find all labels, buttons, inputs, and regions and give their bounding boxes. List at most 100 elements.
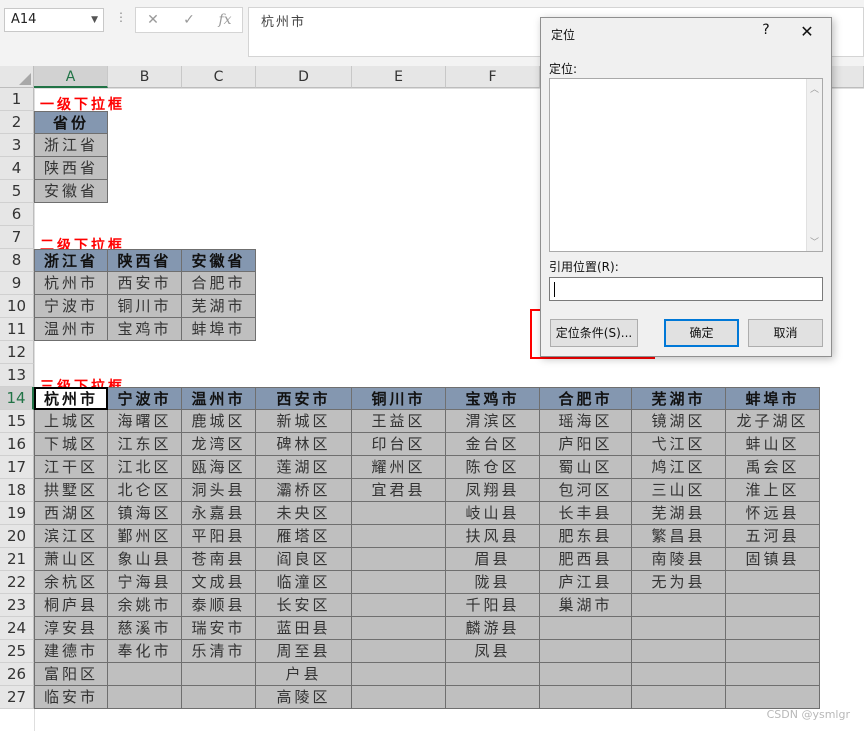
table-cell[interactable]: 王益区 xyxy=(352,410,446,433)
goto-list[interactable]: ︿ ﹀ xyxy=(549,78,823,252)
table-cell[interactable] xyxy=(726,663,820,686)
insert-function-icon[interactable]: fx xyxy=(210,10,240,30)
table-cell[interactable] xyxy=(352,617,446,640)
table-cell[interactable] xyxy=(632,663,726,686)
table-cell[interactable] xyxy=(352,571,446,594)
table-cell[interactable]: 西湖区 xyxy=(34,502,108,525)
column-header-e[interactable]: E xyxy=(352,66,446,88)
table-cell[interactable]: 永嘉县 xyxy=(182,502,256,525)
table-cell[interactable] xyxy=(726,571,820,594)
column-header-b[interactable]: B xyxy=(108,66,182,88)
row-header-26[interactable]: 26 xyxy=(0,663,34,686)
row-header-16[interactable]: 16 xyxy=(0,433,34,456)
row-header-6[interactable]: 6 xyxy=(0,203,34,226)
table-cell[interactable]: 龙湾区 xyxy=(182,433,256,456)
row-header-19[interactable]: 19 xyxy=(0,502,34,525)
table-cell[interactable] xyxy=(352,502,446,525)
table-cell[interactable]: 芜湖市 xyxy=(182,295,256,318)
table-cell[interactable]: 包河区 xyxy=(540,479,632,502)
table-cell[interactable]: 弋江区 xyxy=(632,433,726,456)
row-header-18[interactable]: 18 xyxy=(0,479,34,502)
row-header-11[interactable]: 11 xyxy=(0,318,34,341)
table-cell[interactable]: 淮上区 xyxy=(726,479,820,502)
table-cell[interactable]: 无为县 xyxy=(632,571,726,594)
help-icon[interactable]: ? xyxy=(754,22,778,38)
table-cell[interactable]: 洞头县 xyxy=(182,479,256,502)
table-cell[interactable]: 江北区 xyxy=(108,456,182,479)
table-cell[interactable]: 临安市 xyxy=(34,686,108,709)
table-cell[interactable] xyxy=(726,686,820,709)
table-cell[interactable]: 肥西县 xyxy=(540,548,632,571)
chevron-up-icon[interactable]: ︿ xyxy=(807,82,822,95)
table-cell[interactable] xyxy=(108,663,182,686)
table-cell[interactable]: 宁波市 xyxy=(34,295,108,318)
table-cell[interactable]: 新城区 xyxy=(256,410,352,433)
table-cell[interactable]: 建德市 xyxy=(34,640,108,663)
table-cell[interactable]: 芜湖县 xyxy=(632,502,726,525)
row-header-3[interactable]: 3 xyxy=(0,134,34,157)
table-cell[interactable]: 鸠江区 xyxy=(632,456,726,479)
row-header-9[interactable]: 9 xyxy=(0,272,34,295)
table-cell[interactable]: 临潼区 xyxy=(256,571,352,594)
cancel-button[interactable]: 取消 xyxy=(748,319,823,347)
table-cell[interactable]: 镜湖区 xyxy=(632,410,726,433)
table-cell[interactable]: 金台区 xyxy=(446,433,540,456)
table-header-cell[interactable]: 安徽省 xyxy=(182,249,256,272)
table-header-cell[interactable]: 陕西省 xyxy=(108,249,182,272)
table-cell[interactable]: 千阳县 xyxy=(446,594,540,617)
table-cell[interactable]: 拱墅区 xyxy=(34,479,108,502)
table-cell[interactable]: 瓯海区 xyxy=(182,456,256,479)
table-cell[interactable]: 宁海县 xyxy=(108,571,182,594)
table-cell[interactable]: 蚌山区 xyxy=(726,433,820,456)
table-cell[interactable]: 泰顺县 xyxy=(182,594,256,617)
table-cell[interactable] xyxy=(352,663,446,686)
column-header-d[interactable]: D xyxy=(256,66,352,88)
row-header-4[interactable]: 4 xyxy=(0,157,34,180)
table-cell[interactable]: 繁昌县 xyxy=(632,525,726,548)
table-cell[interactable]: 未央区 xyxy=(256,502,352,525)
table-cell[interactable]: 陕西省 xyxy=(34,157,108,180)
table-cell[interactable]: 碑林区 xyxy=(256,433,352,456)
table-cell[interactable]: 富阳区 xyxy=(34,663,108,686)
column-header-f[interactable]: F xyxy=(446,66,540,88)
table-cell[interactable]: 文成县 xyxy=(182,571,256,594)
table-cell[interactable] xyxy=(726,617,820,640)
table-cell[interactable]: 户县 xyxy=(256,663,352,686)
table-cell[interactable] xyxy=(446,686,540,709)
enter-icon[interactable]: ✓ xyxy=(174,10,204,30)
table-cell[interactable] xyxy=(540,617,632,640)
table-cell[interactable] xyxy=(632,640,726,663)
table-cell[interactable]: 雁塔区 xyxy=(256,525,352,548)
row-header-15[interactable]: 15 xyxy=(0,410,34,433)
table-cell[interactable]: 宜君县 xyxy=(352,479,446,502)
row-header-7[interactable]: 7 xyxy=(0,226,34,249)
table-cell[interactable]: 慈溪市 xyxy=(108,617,182,640)
table-cell[interactable]: 五河县 xyxy=(726,525,820,548)
row-header-1[interactable]: 1 xyxy=(0,88,34,111)
table-cell[interactable]: 宝鸡市 xyxy=(108,318,182,341)
row-header-14[interactable]: 14 xyxy=(0,387,34,410)
table-cell[interactable]: 固镇县 xyxy=(726,548,820,571)
chevron-down-icon[interactable]: ▼ xyxy=(91,9,98,31)
table-cell[interactable]: 蜀山区 xyxy=(540,456,632,479)
table-cell[interactable]: 庐阳区 xyxy=(540,433,632,456)
table-header-cell[interactable]: 省份 xyxy=(34,111,108,134)
table-cell[interactable] xyxy=(182,663,256,686)
table-cell[interactable]: 印台区 xyxy=(352,433,446,456)
table-cell[interactable]: 高陵区 xyxy=(256,686,352,709)
table-cell[interactable]: 三山区 xyxy=(632,479,726,502)
name-box[interactable]: A14 ▼ xyxy=(4,8,104,32)
table-cell[interactable]: 灞桥区 xyxy=(256,479,352,502)
table-cell[interactable]: 瑶海区 xyxy=(540,410,632,433)
table-header-cell[interactable]: 西安市 xyxy=(256,387,352,410)
table-cell[interactable]: 北仑区 xyxy=(108,479,182,502)
table-cell[interactable]: 瑞安市 xyxy=(182,617,256,640)
table-cell[interactable]: 江干区 xyxy=(34,456,108,479)
column-header-c[interactable]: C xyxy=(182,66,256,88)
table-cell[interactable]: 龙子湖区 xyxy=(726,410,820,433)
table-cell[interactable] xyxy=(632,617,726,640)
table-cell[interactable]: 苍南县 xyxy=(182,548,256,571)
table-cell[interactable]: 陇县 xyxy=(446,571,540,594)
row-header-22[interactable]: 22 xyxy=(0,571,34,594)
list-scrollbar[interactable]: ︿ ﹀ xyxy=(806,79,822,251)
